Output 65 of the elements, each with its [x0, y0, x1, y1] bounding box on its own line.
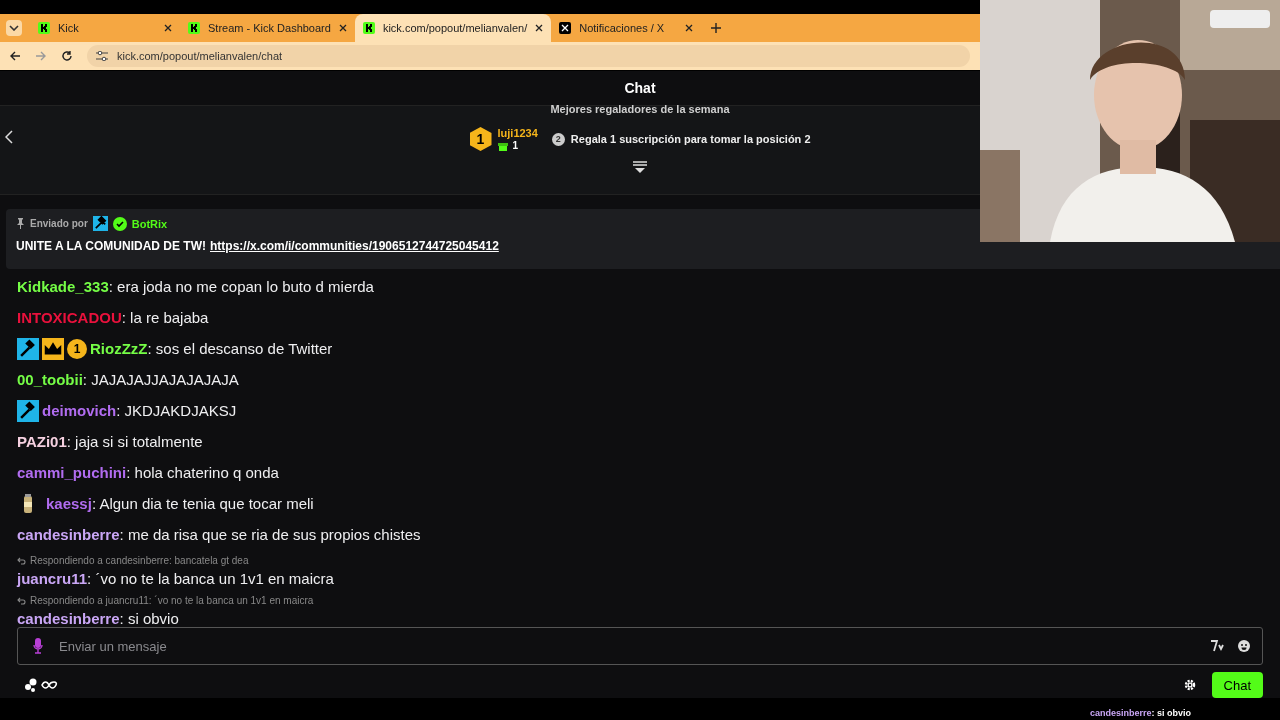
kick-icon: [38, 22, 50, 34]
gift-count: 1: [512, 140, 519, 151]
moderator-badge-icon: [92, 216, 108, 231]
chat-title: Chat: [624, 80, 656, 96]
chat-message: deimovich: JKDJAKDJAKSJ: [42, 402, 237, 419]
back-icon[interactable]: [9, 50, 21, 62]
new-tab-icon[interactable]: [711, 23, 722, 33]
pinned-author: BotRix: [131, 217, 168, 230]
verified-badge-icon: [112, 216, 127, 231]
crown-badge-icon: [42, 337, 64, 360]
gift-prompt: Regala 1 suscripción para tomar la posición 2: [570, 133, 811, 145]
chat-message: RiozZzZ: sos el descanso de Twitter: [90, 340, 333, 357]
can-badge-icon: [23, 493, 33, 514]
gift-icon: [497, 140, 508, 151]
pinned-text: UNITE A LA COMUNIDAD DE TW!: [16, 239, 206, 253]
reply-icon: [17, 596, 26, 605]
site-settings-icon[interactable]: [96, 51, 108, 61]
chat-button[interactable]: Chat: [1211, 672, 1263, 698]
tab-list-button[interactable]: [6, 20, 22, 36]
message-input[interactable]: Enviar un mensaje: [17, 627, 1263, 665]
chat-message: juancru11: ´vo no te la banca un 1v1 en maicra: [17, 569, 334, 587]
rank-badge: 1: [67, 338, 87, 359]
browser-tab[interactable]: Notificaciones / X: [551, 14, 702, 42]
pin-icon: [16, 218, 25, 229]
chat-message: cammi_puchini: hola chaterino q onda: [17, 464, 279, 481]
caret-icon: [9, 25, 19, 31]
chevron-left-icon[interactable]: [5, 130, 13, 144]
settings-icon[interactable]: [1183, 679, 1196, 691]
emoji-icon[interactable]: [1238, 640, 1250, 652]
moderator-badge-icon: [17, 337, 39, 360]
reply-preview: Respondiendo a juancru11: ´vo no te la banca un 1v1 en maicra: [30, 595, 314, 606]
reply-preview: Respondiendo a candesinberre: bancatela gt dea: [30, 555, 249, 566]
browser-tab[interactable]: Stream - Kick Dashboard: [180, 14, 355, 42]
chat-message: kaessj: Algun dia te tenia que tocar meli: [46, 495, 314, 512]
chat-message: 00_toobii: JAJAJAJJAJAJAJAJA: [17, 371, 239, 388]
pinned-link[interactable]: https://x.com/i/communities/1906512744725045412: [210, 239, 499, 253]
kick-icon: [362, 22, 375, 34]
reload-icon[interactable]: [61, 50, 73, 62]
gifters-heading: Mejores regaladores de la semana: [550, 103, 730, 115]
close-icon[interactable]: [338, 24, 347, 32]
chat-message: Kidkade_333: era joda no me copan lo buto d mierda: [17, 278, 374, 295]
reply-icon: [17, 556, 26, 565]
collapse-icon[interactable]: [633, 161, 647, 173]
kick-icon: [188, 22, 200, 34]
rank-badge: 2: [551, 132, 565, 146]
microphone-icon[interactable]: [33, 638, 43, 654]
close-icon[interactable]: [535, 24, 544, 32]
x-icon: [559, 22, 572, 34]
address-field[interactable]: kick.com/popout/melianvalen/chat: [87, 45, 970, 67]
pinned-by-label: Enviado por: [30, 218, 88, 229]
points-icon[interactable]: [24, 678, 60, 692]
browser-tab[interactable]: kick.com/popout/melianvalen/: [354, 14, 552, 42]
chat-overlay-caption: candesinberre: si obvio: [1089, 708, 1191, 718]
close-icon[interactable]: [164, 24, 172, 32]
message-field[interactable]: Enviar un mensaje: [57, 637, 1196, 655]
chat-message: candesinberre: si obvio: [17, 609, 179, 627]
chat-message: PAZi01: jaja si si totalmente: [17, 433, 203, 450]
chat-message: INTOXICADOU: la re bajaba: [17, 309, 209, 326]
chat-message: candesinberre: me da risa que se ria de sus propios chistes: [17, 526, 421, 543]
close-icon[interactable]: [685, 24, 694, 32]
emote-icon[interactable]: [1210, 640, 1224, 652]
moderator-badge-icon: [17, 399, 39, 422]
rank-badge: 1: [469, 127, 492, 151]
browser-tab[interactable]: Kick: [30, 14, 180, 42]
gifter-name: luji1234: [497, 127, 538, 139]
